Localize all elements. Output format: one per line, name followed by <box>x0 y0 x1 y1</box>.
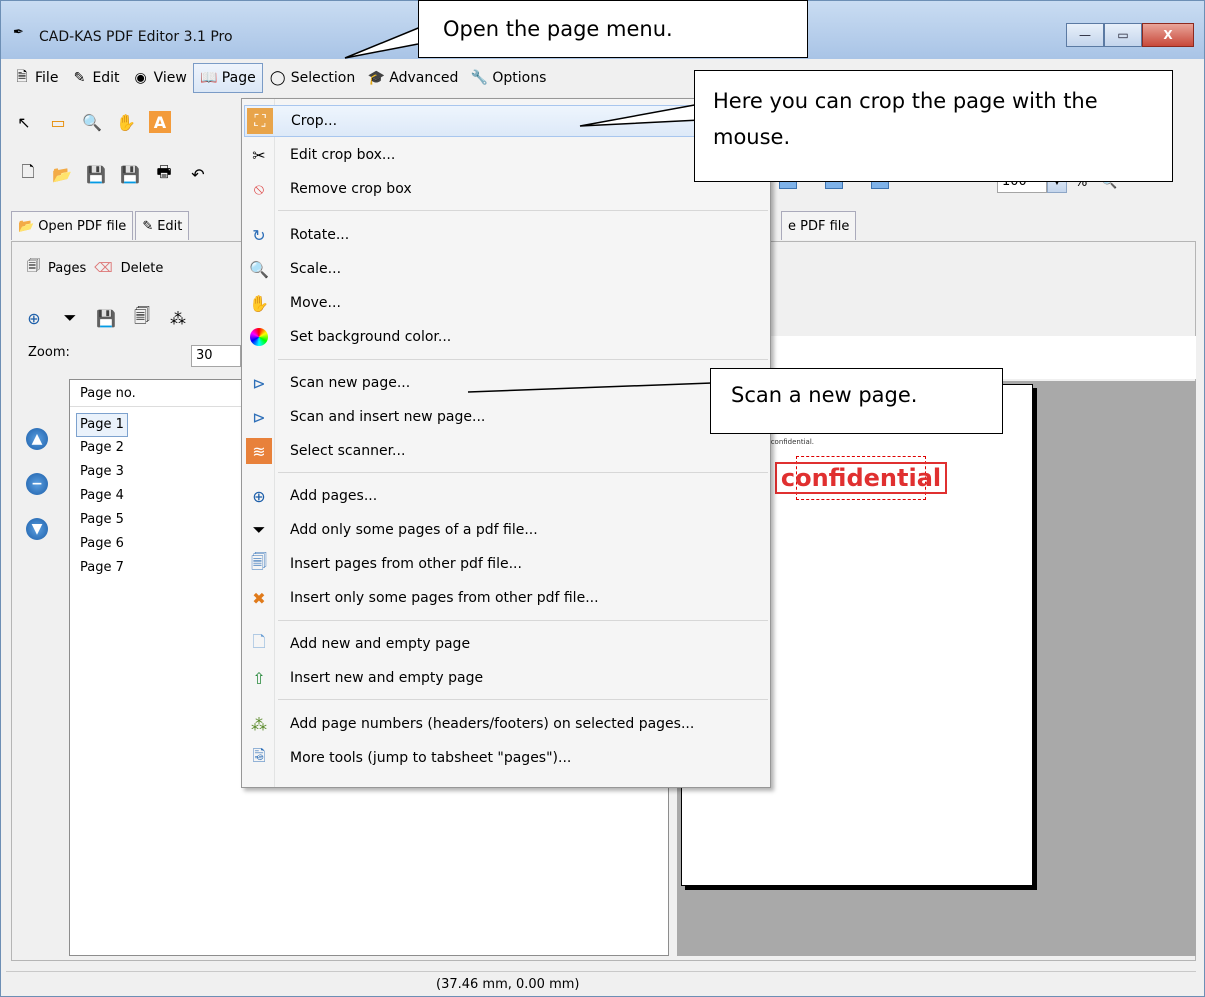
crop-pointer <box>579 103 701 127</box>
scan-pointer <box>467 382 713 393</box>
callout-crop: Here you can crop the page with the mous… <box>694 70 1173 182</box>
open-menu-pointer <box>344 23 429 59</box>
callout-scan: Scan a new page. <box>710 368 1003 434</box>
callout-open-page-menu: Open the page menu. <box>418 0 808 58</box>
